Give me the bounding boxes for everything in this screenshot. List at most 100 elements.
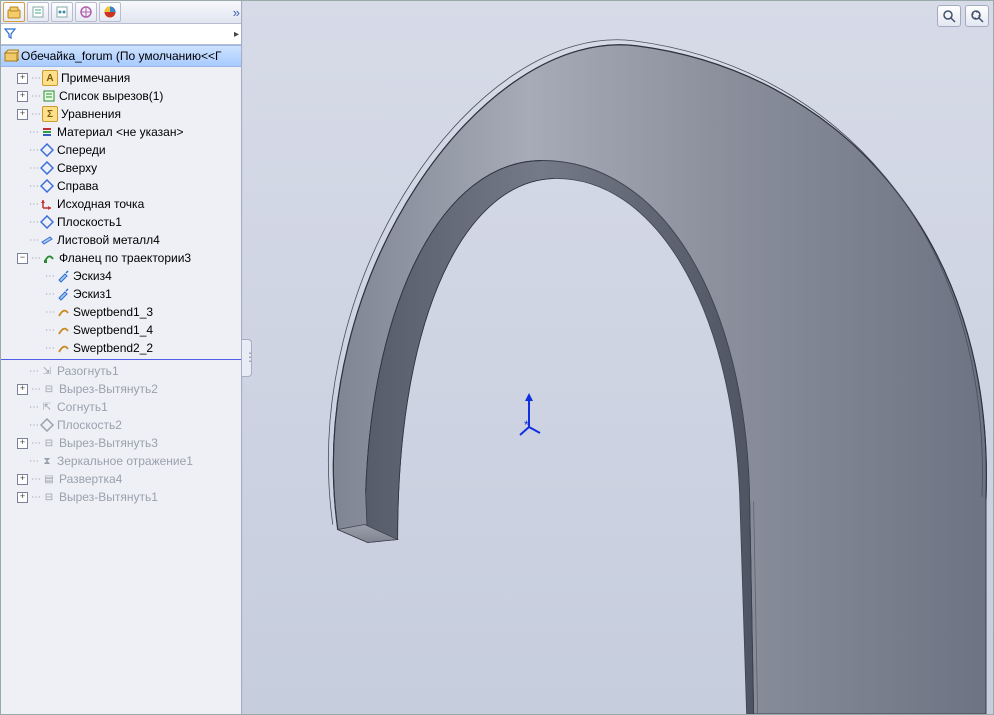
tree-item-cutextrude2[interactable]: +⋯⊟Вырез-Вытянуть2: [1, 380, 241, 398]
tree-connector: ⋯: [29, 145, 38, 156]
collapse-icon[interactable]: −: [17, 253, 28, 264]
tree-item-equations[interactable]: +⋯ΣУравнения: [1, 105, 241, 123]
tree-connector: ⋯: [29, 199, 38, 210]
expand-icon[interactable]: +: [17, 73, 28, 84]
expand-icon[interactable]: +: [17, 384, 28, 395]
panel-overflow-button[interactable]: »: [233, 5, 237, 20]
app-window: » ▸ Обечайка_forum (По умолчанию<<Г +⋯AП…: [0, 0, 994, 715]
panel-collapse-handle[interactable]: [242, 339, 252, 377]
flat-icon: ▤: [42, 472, 56, 486]
tab-dimxpert[interactable]: [75, 2, 97, 22]
filter-icon: [3, 26, 17, 43]
tab-configuration-manager[interactable]: [51, 2, 73, 22]
expander-spacer: [33, 326, 42, 335]
plane-icon: [40, 143, 54, 157]
tree-item-label: Сверху: [57, 161, 97, 175]
expander-spacer: [33, 344, 42, 353]
zoom-fit-button[interactable]: [937, 5, 961, 27]
expand-icon[interactable]: +: [17, 109, 28, 120]
expander-spacer: [33, 290, 42, 299]
tree-connector: ⋯: [45, 271, 54, 282]
expand-icon[interactable]: +: [17, 474, 28, 485]
tree-item-label: Примечания: [61, 71, 130, 85]
cut-icon: ⊟: [42, 436, 56, 450]
zoom-area-button[interactable]: [965, 5, 989, 27]
tree-item-sb13[interactable]: ⋯Sweptbend1_3: [1, 303, 241, 321]
feature-tree-panel: » ▸ Обечайка_forum (По умолчанию<<Г +⋯AП…: [1, 1, 242, 714]
tree-item-sheetmetal4[interactable]: ⋯Листовой металл4: [1, 231, 241, 249]
tree-item-label: Развертка4: [59, 472, 122, 486]
tree-item-sketch1[interactable]: ⋯ Эскиз1: [1, 285, 241, 303]
tree-connector: ⋯: [29, 163, 38, 174]
tree-item-unfold1[interactable]: ⋯⇲Разогнуть1: [1, 362, 241, 380]
cutlist-icon: [42, 89, 56, 103]
tree-connector: ⋯: [31, 438, 40, 449]
tree-item-sb14[interactable]: ⋯Sweptbend1_4: [1, 321, 241, 339]
filter-input[interactable]: [17, 26, 234, 42]
tree-item-cutextrude3[interactable]: +⋯⊟Вырез-Вытянуть3: [1, 434, 241, 452]
tree-item-sketch4[interactable]: ⋯ Эскиз4: [1, 267, 241, 285]
tree-item-cutlist[interactable]: +⋯Список вырезов(1): [1, 87, 241, 105]
tree-item-flatpattern4[interactable]: +⋯▤Развертка4: [1, 470, 241, 488]
tree-connector: ⋯: [29, 456, 38, 467]
filter-bar: ▸: [1, 24, 241, 45]
sketch-icon: [56, 269, 70, 283]
tree-connector: ⋯: [31, 253, 40, 264]
tree-item-label: Вырез-Вытянуть2: [59, 382, 158, 396]
fold-icon: ⇱: [40, 400, 54, 414]
tree-item-plane2[interactable]: ⋯Плоскость2: [1, 416, 241, 434]
tree-item-right[interactable]: ⋯Справа: [1, 177, 241, 195]
view-toolbar: [937, 5, 989, 27]
tree-item-label: Исходная точка: [57, 197, 144, 211]
tree-connector: ⋯: [31, 384, 40, 395]
tree-root[interactable]: Обечайка_forum (По умолчанию<<Г: [1, 45, 241, 67]
tree-connector: ⋯: [31, 91, 40, 102]
plane-icon: [40, 215, 54, 229]
tab-feature-tree[interactable]: [3, 2, 25, 22]
tree-item-mirror1[interactable]: ⋯⧗Зеркальное отражение1: [1, 452, 241, 470]
tree-connector: ⋯: [29, 235, 38, 246]
tab-property-manager[interactable]: [27, 2, 49, 22]
origin-triad-icon: *: [516, 393, 546, 438]
expander-spacer: [17, 367, 26, 376]
tree-item-label: Sweptbend1_3: [73, 305, 153, 319]
expander-spacer: [17, 421, 26, 430]
tree-item-top[interactable]: ⋯ Сверху: [1, 159, 241, 177]
origin-icon: [40, 197, 54, 211]
tree-item-material[interactable]: ⋯Материал <не указан>: [1, 123, 241, 141]
expander-spacer: [17, 236, 26, 245]
tree-item-label: Эскиз1: [73, 287, 112, 301]
swept-icon: [42, 251, 56, 265]
tree-item-label: Эскиз4: [73, 269, 112, 283]
viewport-3d[interactable]: *: [243, 1, 993, 714]
expand-icon[interactable]: +: [17, 91, 28, 102]
tree-item-origin[interactable]: ⋯ Исходная точка: [1, 195, 241, 213]
cut-icon: ⊟: [42, 490, 56, 504]
expander-spacer: [17, 128, 26, 137]
tree-item-cutextrude1[interactable]: +⋯⊟Вырез-Вытянуть1: [1, 488, 241, 506]
tree-connector: ⋯: [31, 109, 40, 120]
feature-tree: +⋯AПримечания+⋯Список вырезов(1)+⋯ΣУравн…: [1, 67, 241, 506]
tree-connector: ⋯: [29, 402, 38, 413]
tree-connector: ⋯: [31, 474, 40, 485]
tree-connector: ⋯: [45, 289, 54, 300]
tree-item-front[interactable]: ⋯Спереди: [1, 141, 241, 159]
rollback-bar[interactable]: [1, 359, 241, 360]
cut-icon: ⊟: [42, 382, 56, 396]
filter-dropdown-icon[interactable]: ▸: [234, 29, 239, 40]
expand-icon[interactable]: +: [17, 438, 28, 449]
tree-item-sb22[interactable]: ⋯Sweptbend2_2: [1, 339, 241, 357]
tree-item-fold1[interactable]: ⋯⇱Согнуть1: [1, 398, 241, 416]
tab-render[interactable]: [99, 2, 121, 22]
expander-spacer: [33, 308, 42, 317]
tree-connector: ⋯: [29, 181, 38, 192]
tree-connector: ⋯: [29, 420, 38, 431]
tree-item-sweptflange3[interactable]: −⋯ Фланец по траектории3: [1, 249, 241, 267]
tree-item-label: Фланец по траектории3: [59, 251, 191, 265]
expand-icon[interactable]: +: [17, 492, 28, 503]
tree-item-plane1[interactable]: ⋯Плоскость1: [1, 213, 241, 231]
sigma-icon: Σ: [42, 106, 58, 122]
tree-connector: ⋯: [31, 492, 40, 503]
tree-item-annotations[interactable]: +⋯AПримечания: [1, 69, 241, 87]
expander-spacer: [17, 457, 26, 466]
